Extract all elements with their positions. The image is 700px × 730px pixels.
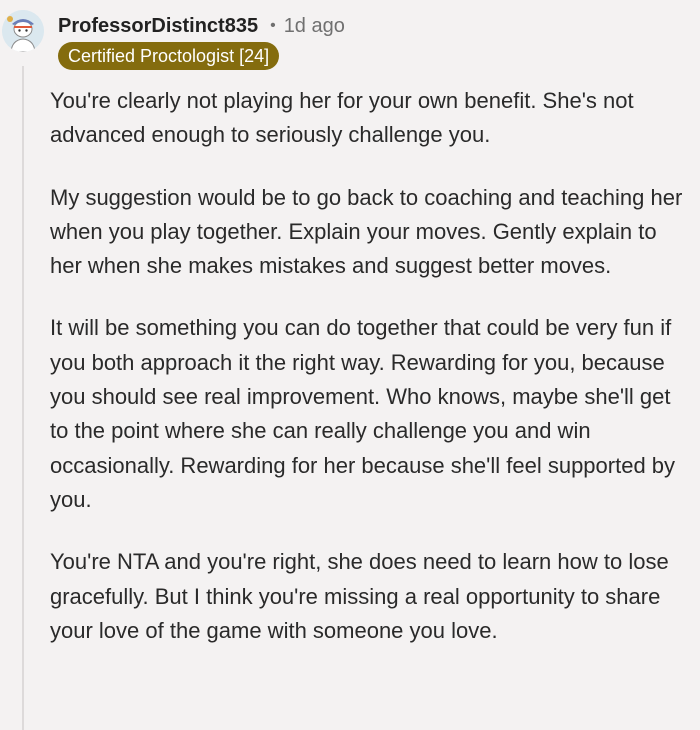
comment-paragraph: You're NTA and you're right, she does ne… — [50, 549, 669, 643]
comment-paragraph: It will be something you can do together… — [50, 315, 676, 512]
separator-dot: • — [270, 17, 276, 34]
comment-paragraph: My suggestion would be to go back to coa… — [50, 184, 683, 279]
comment-paragraph: You're clearly not playing her for your … — [50, 88, 634, 148]
user-avatar-icon[interactable] — [2, 10, 44, 52]
username[interactable]: ProfessorDistinct835 — [58, 15, 258, 38]
comment-body: You're clearly not playing her for your … — [50, 84, 690, 648]
user-flair: Certified Proctologist [24] — [58, 42, 280, 70]
timestamp[interactable]: 1d ago — [284, 15, 345, 38]
comment-header: ProfessorDistinct835 • 1d ago — [58, 12, 345, 40]
comment: ProfessorDistinct835 • 1d ago Certified … — [0, 0, 700, 730]
thread-line[interactable] — [22, 66, 24, 730]
